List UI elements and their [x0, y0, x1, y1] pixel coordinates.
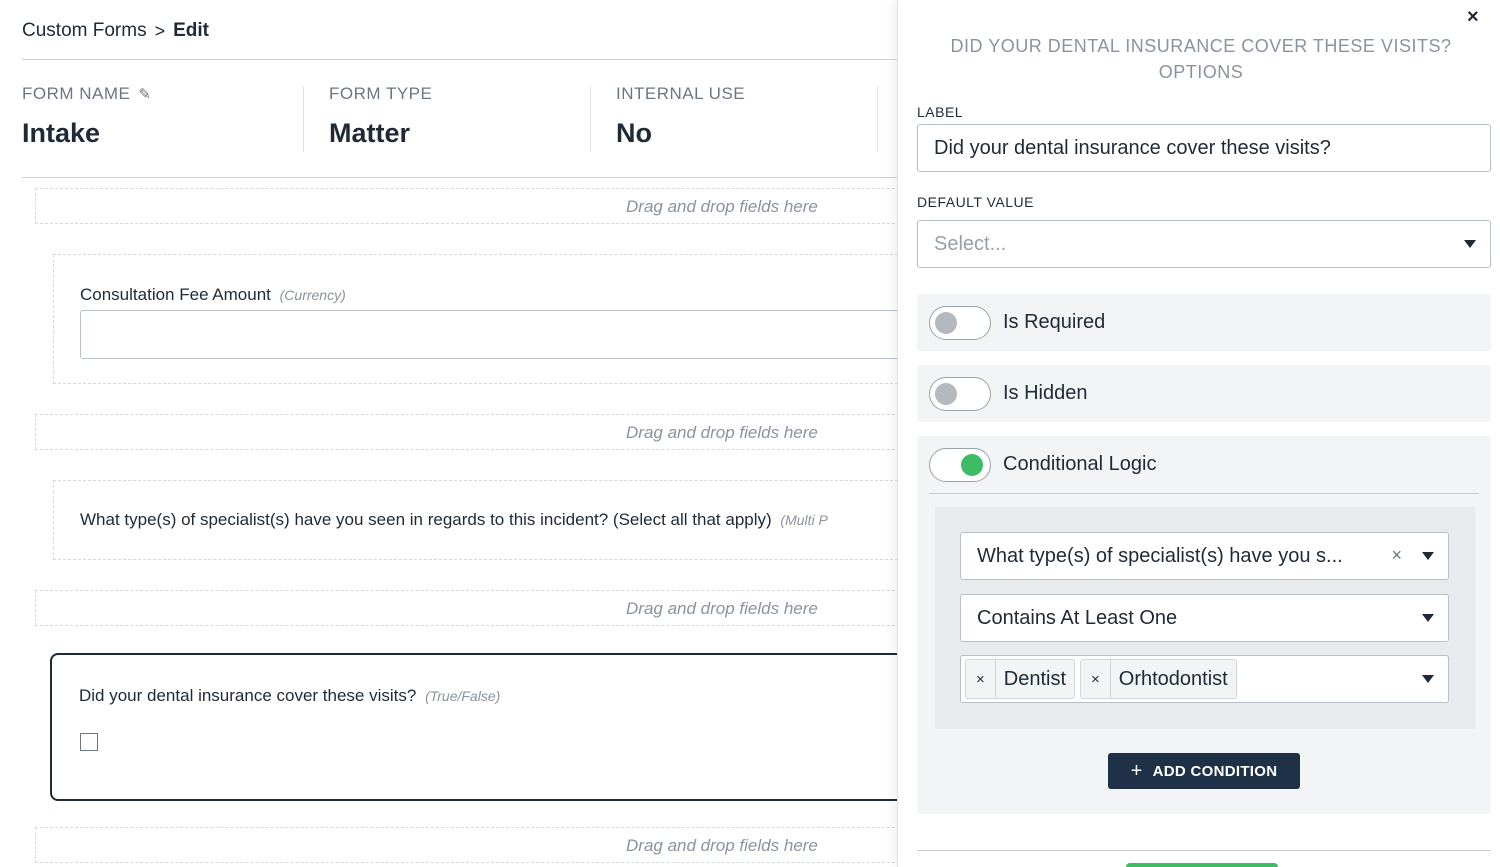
value-tag-dentist: × Dentist [965, 659, 1076, 699]
is-required-row: Is Required [917, 294, 1491, 351]
divider [303, 86, 304, 152]
field-label: Consultation Fee Amount (Currency) [80, 285, 346, 305]
form-editor-canvas: Custom Forms > Edit FORM NAME ✎ Intake F… [0, 0, 898, 867]
drop-zone-text: Drag and drop fields here [626, 599, 818, 618]
chevron-right-icon: > [154, 20, 166, 41]
pencil-icon[interactable]: ✎ [138, 85, 151, 103]
tag-label: Dentist [1003, 667, 1067, 690]
divider [590, 86, 591, 152]
save-button-partial[interactable] [1126, 863, 1278, 867]
breadcrumb: Custom Forms > Edit [22, 20, 209, 42]
internal-use-section: INTERNAL USE No [616, 84, 745, 154]
tag-label: Orhtodontist [1118, 667, 1228, 690]
toggle-knob [935, 383, 957, 405]
condition-operator-value: Contains At Least One [977, 606, 1178, 629]
drop-zone-text: Drag and drop fields here [626, 197, 818, 216]
currency-input[interactable] [80, 310, 898, 359]
form-type-label: FORM TYPE [329, 84, 433, 103]
field-label: Did your dental insurance cover these vi… [79, 686, 500, 706]
add-condition-label: ADD CONDITION [1152, 762, 1278, 780]
label-caption: LABEL [917, 104, 964, 120]
divider [929, 493, 1479, 494]
remove-tag-icon[interactable]: × [966, 660, 996, 698]
field-label-text: What type(s) of specialist(s) have you s… [80, 510, 772, 529]
chevron-down-icon [1422, 552, 1434, 560]
value-tag-orthodontist: × Orhtodontist [1080, 659, 1237, 699]
clear-icon[interactable]: × [1391, 545, 1402, 566]
field-label: What type(s) of specialist(s) have you s… [80, 510, 828, 530]
panel-title-field: DID YOUR DENTAL INSURANCE COVER THESE VI… [950, 36, 1452, 56]
true-false-checkbox[interactable] [80, 733, 98, 751]
default-value-placeholder: Select... [934, 232, 1007, 255]
is-hidden-label: Is Hidden [1003, 382, 1088, 404]
panel-title-options: OPTIONS [1158, 62, 1244, 82]
form-type-value: Matter [329, 118, 411, 148]
drop-zone[interactable]: Drag and drop fields here [35, 827, 898, 863]
condition-operator-select[interactable]: Contains At Least One [960, 594, 1449, 642]
form-name-label: FORM NAME [22, 84, 131, 103]
close-icon[interactable]: × [1467, 6, 1479, 29]
label-input[interactable]: Did your dental insurance cover these vi… [917, 124, 1491, 172]
drop-zone-text: Drag and drop fields here [626, 423, 818, 442]
toggle-knob [935, 312, 957, 334]
drop-zone[interactable]: Drag and drop fields here [35, 414, 898, 450]
divider [877, 86, 878, 152]
chevron-down-icon [1464, 240, 1476, 248]
drop-zone-text: Drag and drop fields here [626, 836, 818, 855]
field-type: (True/False) [425, 688, 501, 704]
condition-field-value: What type(s) of specialist(s) have you s… [977, 544, 1343, 567]
is-required-toggle[interactable] [929, 306, 991, 340]
form-field-consultation-fee[interactable]: Consultation Fee Amount (Currency) [53, 254, 898, 384]
chevron-down-icon [1422, 614, 1434, 622]
condition-values-multiselect[interactable]: × Dentist × Orhtodontist [960, 655, 1449, 703]
form-name-section: FORM NAME ✎ Intake [22, 84, 151, 154]
remove-tag-icon[interactable]: × [1081, 660, 1111, 698]
form-type-section: FORM TYPE Matter [329, 84, 432, 154]
drop-zone[interactable]: Drag and drop fields here [35, 188, 898, 224]
conditional-logic-label: Conditional Logic [1003, 453, 1157, 475]
field-type: (Multi P [780, 512, 828, 528]
field-label-text: Did your dental insurance cover these vi… [79, 686, 417, 705]
chevron-down-icon [1422, 675, 1434, 683]
internal-use-label: INTERNAL USE [616, 84, 746, 103]
conditional-logic-toggle[interactable] [929, 448, 991, 482]
default-value-select[interactable]: Select... [917, 220, 1491, 268]
conditional-logic-section: Conditional Logic What type(s) of specia… [917, 436, 1491, 814]
field-options-panel: × DID YOUR DENTAL INSURANCE COVER THESE … [897, 0, 1500, 867]
field-type: (Currency) [279, 287, 346, 303]
internal-use-value: No [616, 118, 652, 148]
condition-field-select[interactable]: What type(s) of specialist(s) have you s… [960, 532, 1449, 580]
breadcrumb-custom-forms[interactable]: Custom Forms [22, 20, 147, 42]
is-required-label: Is Required [1003, 311, 1106, 333]
form-name-value: Intake [22, 118, 101, 148]
field-label-text: Consultation Fee Amount [80, 285, 271, 304]
toggle-knob [961, 454, 983, 476]
divider [22, 177, 898, 178]
form-field-specialists[interactable]: What type(s) of specialist(s) have you s… [53, 480, 898, 560]
add-condition-button[interactable]: + ADD CONDITION [1108, 753, 1300, 789]
drop-zone[interactable]: Drag and drop fields here [35, 590, 898, 626]
panel-title: DID YOUR DENTAL INSURANCE COVER THESE VI… [898, 33, 1500, 85]
default-value-caption: DEFAULT VALUE [917, 194, 1034, 210]
is-hidden-row: Is Hidden [917, 365, 1491, 422]
divider [22, 59, 898, 60]
condition-group: What type(s) of specialist(s) have you s… [935, 507, 1475, 729]
breadcrumb-current: Edit [173, 20, 209, 41]
plus-icon: + [1130, 759, 1143, 782]
is-hidden-toggle[interactable] [929, 377, 991, 411]
divider [917, 850, 1491, 851]
form-field-dental-insurance-selected[interactable]: Did your dental insurance cover these vi… [50, 653, 898, 801]
